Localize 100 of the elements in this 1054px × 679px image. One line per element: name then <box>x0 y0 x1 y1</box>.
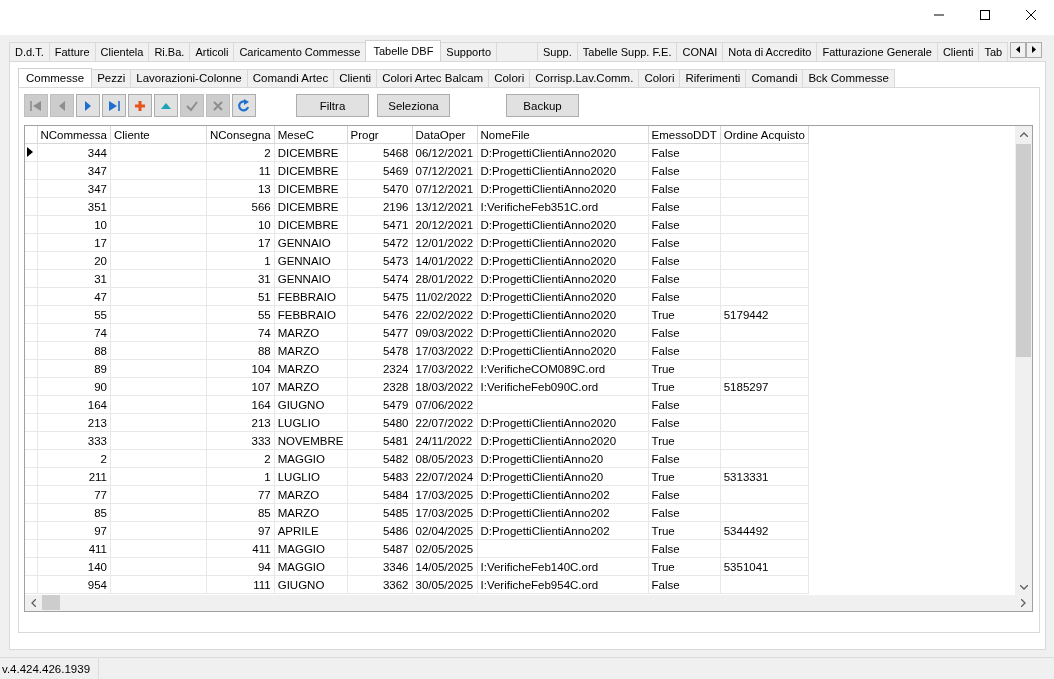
tab[interactable]: Supporto <box>440 41 497 61</box>
table-cell: 5487 <box>347 539 413 558</box>
up-button[interactable] <box>154 94 178 118</box>
up-chevron-icon <box>1019 131 1028 137</box>
tab[interactable]: Tab <box>978 41 1009 61</box>
tab[interactable]: Corrisp.Lav.Comm. <box>529 68 640 87</box>
table-cell: DICEMBRE <box>274 143 348 162</box>
column-header[interactable]: NomeFile <box>477 125 649 144</box>
table-cell: 17/03/2025 <box>412 503 478 522</box>
table-cell: 5481 <box>347 431 413 450</box>
insert-button[interactable] <box>128 94 152 118</box>
table-cell: MARZO <box>274 377 348 396</box>
table-cell: 213 <box>206 413 275 432</box>
table-cell: MARZO <box>274 503 348 522</box>
table-cell: DICEMBRE <box>274 161 348 180</box>
tab[interactable]: Bck Commesse <box>802 68 895 87</box>
table-cell: I:VerificheFeb140C.ord <box>477 557 649 576</box>
table-cell: GIUGNO <box>274 395 348 414</box>
tab[interactable]: Colori Artec Balcam <box>376 68 490 87</box>
next-button[interactable] <box>76 94 100 118</box>
table-cell: 02/04/2025 <box>412 521 478 540</box>
table-cell: GENNAIO <box>274 269 348 288</box>
table-cell: 55 <box>37 305 111 324</box>
column-header[interactable]: NCommessa <box>37 125 111 144</box>
table-cell: False <box>648 251 721 270</box>
tab[interactable]: Comandi <box>745 68 804 87</box>
table-cell: 3346 <box>347 557 413 576</box>
tab[interactable]: Commesse <box>18 67 93 87</box>
column-header[interactable]: Ordine Acquisto <box>720 125 809 144</box>
tab[interactable]: Clienti <box>333 68 378 87</box>
tab[interactable]: Pezzi <box>91 68 132 87</box>
table-cell: 97 <box>37 521 111 540</box>
table-cell: 5486 <box>347 521 413 540</box>
table-cell: 11/02/2022 <box>412 287 478 306</box>
table-cell: MARZO <box>274 341 348 360</box>
table-cell: D:ProgettiClientiAnno20 <box>477 449 649 468</box>
table-cell: 5485 <box>347 503 413 522</box>
tab[interactable]: Lavorazioni-Colonne <box>130 68 248 87</box>
table-cell: False <box>648 215 721 234</box>
table-cell: I:VerificheCOM089C.ord <box>477 359 649 378</box>
table-cell: I:VerificheFeb954C.ord <box>477 575 649 594</box>
tab[interactable]: Colori <box>488 68 531 87</box>
last-button[interactable] <box>102 94 126 118</box>
column-header[interactable]: NConsegna <box>206 125 275 144</box>
column-header[interactable]: Progr <box>347 125 413 144</box>
table-cell: 13 <box>206 179 275 198</box>
tab[interactable]: D.d.T. <box>9 41 50 61</box>
table-cell: 107 <box>206 377 275 396</box>
refresh-button[interactable] <box>232 94 256 118</box>
table-cell: False <box>648 233 721 252</box>
table-cell: 2328 <box>347 377 413 396</box>
table-cell: 5479 <box>347 395 413 414</box>
table-cell: 411 <box>206 539 275 558</box>
table-cell: 17 <box>37 233 111 252</box>
table-cell: 3362 <box>347 575 413 594</box>
action-button[interactable]: Filtra <box>296 94 369 118</box>
table-cell: 02/05/2025 <box>412 539 478 558</box>
scrollbar-thumb[interactable] <box>1016 143 1031 357</box>
table-cell: 5469 <box>347 161 413 180</box>
table-cell: 5179442 <box>720 305 809 324</box>
column-header[interactable]: Cliente <box>110 125 207 144</box>
tab[interactable]: Colori <box>638 68 681 87</box>
table-cell: 47 <box>37 287 111 306</box>
scroll-right-button[interactable] <box>1026 41 1042 58</box>
column-header[interactable]: EmessoDDT <box>648 125 721 144</box>
scrollbar-thumb[interactable] <box>42 595 60 611</box>
table-cell: D:ProgettiClientiAnno2020 <box>477 305 649 324</box>
table-cell: 18/03/2022 <box>412 377 478 396</box>
table-cell: GENNAIO <box>274 251 348 270</box>
table-cell: 14/01/2022 <box>412 251 478 270</box>
tab[interactable]: Tabelle DBF <box>365 39 442 61</box>
table-cell: LUGLIO <box>274 467 348 486</box>
column-header[interactable]: DataOper <box>412 125 478 144</box>
table-cell: False <box>648 395 721 414</box>
tab[interactable]: Supp. <box>537 41 578 61</box>
table-cell: 5482 <box>347 449 413 468</box>
table-cell: D:ProgettiClientiAnno2020 <box>477 323 649 342</box>
tab[interactable]: Tabelle Supp. F.E. <box>576 41 678 61</box>
table-cell: 07/06/2022 <box>412 395 478 414</box>
scroll-left-button[interactable] <box>1010 41 1026 58</box>
tab[interactable]: Comandi Artec <box>246 68 335 87</box>
action-button[interactable]: Seleziona <box>377 94 450 118</box>
tab[interactable]: Riferimenti <box>679 68 747 87</box>
table-cell: 51 <box>206 287 275 306</box>
action-button[interactable]: Backup <box>506 94 579 118</box>
right-chevron-icon <box>1021 598 1026 607</box>
table-cell: False <box>648 179 721 198</box>
table-cell: False <box>648 197 721 216</box>
table-cell: I:VerificheFeb351C.ord <box>477 197 649 216</box>
table-cell: 22/02/2022 <box>412 305 478 324</box>
table-cell: D:ProgettiClientiAnno2020 <box>477 179 649 198</box>
table-cell: 2 <box>37 449 111 468</box>
table-cell: 28/01/2022 <box>412 269 478 288</box>
left-arrow-icon <box>1016 46 1020 54</box>
table-cell: True <box>648 521 721 540</box>
table-cell: 213 <box>37 413 111 432</box>
column-header[interactable]: MeseC <box>274 125 348 144</box>
table-cell: 12/01/2022 <box>412 233 478 252</box>
table-cell: MAGGIO <box>274 449 348 468</box>
table-cell: 88 <box>37 341 111 360</box>
